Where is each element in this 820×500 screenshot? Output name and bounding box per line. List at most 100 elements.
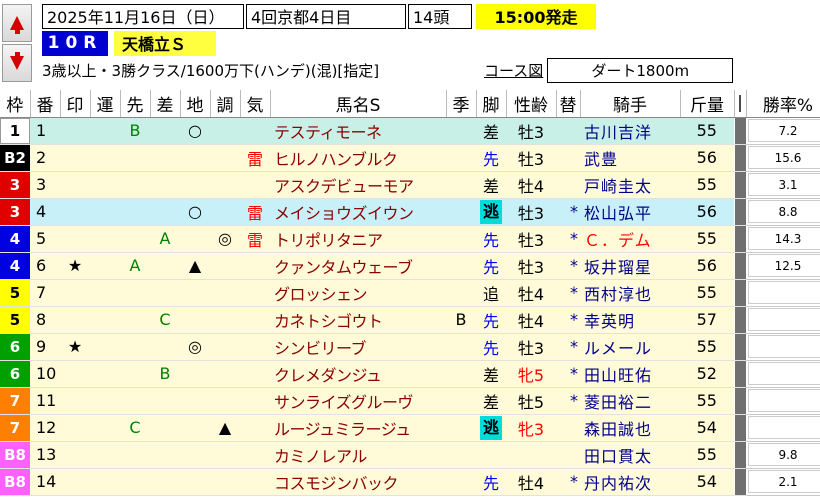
table-row[interactable]: 5 8 C カネトシゴウト B 先牡4 * 幸英明 57 — [0, 306, 820, 334]
jockey-link[interactable]: 松山弘平 — [580, 198, 680, 226]
jockey-link[interactable]: 森田誠也 — [580, 414, 680, 442]
horse-name-link[interactable]: カミノレアル — [270, 441, 446, 469]
jockey-link[interactable]: 古川吉洋 — [580, 117, 680, 145]
horse-name-link[interactable]: カネトシゴウト — [270, 306, 446, 334]
mark-cell — [60, 306, 90, 334]
col-jockey-header: 騎手 — [580, 90, 681, 118]
col-leg-header: 脚 — [476, 90, 507, 118]
race-number: 10R — [42, 30, 108, 56]
waku-cell: 7 — [0, 387, 30, 415]
next-race-button[interactable] — [2, 44, 32, 82]
mood-cell: 雷 — [240, 198, 270, 226]
course-map-link[interactable]: コース図 — [484, 60, 543, 81]
jockey-change-cell: * — [556, 279, 580, 307]
win-rate-value: 14.3 — [748, 227, 820, 250]
table-row[interactable]: 6 10 B クレメダンジュ 差牝5 * 田山旺佑 52 — [0, 360, 820, 388]
win-rate-cell — [746, 279, 820, 307]
closer-rating-cell — [150, 387, 180, 415]
table-row[interactable]: 4 6 ★ A ▲ クァンタムウェーブ 先牡3 * 坂井瑠星 56 12.5 — [0, 252, 820, 280]
table-row[interactable]: 7 12 C ▲ ルージュミラージュ 逃牝3 森田誠也 54 — [0, 414, 820, 442]
ground-cell — [180, 441, 210, 469]
waku-cell: 6 — [0, 333, 30, 361]
front-rating-cell — [120, 225, 150, 253]
win-rate-value: 3.1 — [748, 173, 820, 196]
separator-cell — [733, 306, 746, 334]
horse-name-link[interactable]: シンビリーブ — [270, 333, 446, 361]
race-date: 2025年11月16日（日） — [42, 3, 244, 29]
mood-cell: 雷 — [240, 225, 270, 253]
horse-name-link[interactable]: コスモジンバック — [270, 468, 446, 496]
col-sep-header: | — [734, 90, 747, 118]
front-rating-cell — [120, 198, 150, 226]
luck-cell — [90, 360, 120, 388]
ground-cell: ◎ — [180, 333, 210, 361]
horse-name-link[interactable]: ルージュミラージュ — [270, 414, 446, 442]
win-rate-cell — [746, 306, 820, 334]
luck-cell — [90, 252, 120, 280]
horse-name-link[interactable]: トリポリタニア — [270, 225, 446, 253]
weight-cell: 55 — [680, 333, 734, 361]
horse-name-link[interactable]: アスクデビューモア — [270, 171, 446, 199]
luck-cell — [90, 171, 120, 199]
win-rate-cell: 2.1 — [746, 468, 820, 496]
jockey-link[interactable]: 戸崎圭太 — [580, 171, 680, 199]
ground-cell — [180, 144, 210, 172]
jockey-link[interactable]: 丹内祐次 — [580, 468, 680, 496]
col-ground-header: 地 — [180, 90, 211, 118]
col-win-rate-header: 勝率% — [746, 90, 820, 118]
win-rate-value: 9.8 — [748, 443, 820, 466]
ground-cell — [180, 171, 210, 199]
weight-cell: 56 — [680, 198, 734, 226]
waku-cell: B8 — [0, 441, 30, 469]
jockey-link[interactable]: 幸英明 — [580, 306, 680, 334]
table-row[interactable]: B2 2 雷ヒルノハンブルク 先牡3 武豊 56 15.6 — [0, 144, 820, 172]
waku-cell: 3 — [0, 198, 30, 226]
condition-cell — [210, 171, 240, 199]
sex-age-cell: 牡5 — [506, 387, 556, 415]
table-row[interactable]: 5 7 グロッシェン 追牡4 * 西村淳也 55 — [0, 279, 820, 307]
win-rate-cell: 12.5 — [746, 252, 820, 280]
table-row[interactable]: B8 14 コスモジンバック 先牡4 * 丹内祐次 54 2.1 — [0, 468, 820, 496]
ground-cell — [180, 360, 210, 388]
horse-name-link[interactable]: サンライズグルーヴ — [270, 387, 446, 415]
horse-name-link[interactable]: テスティモーネ — [270, 117, 446, 145]
sex-age-cell: 牡3 — [506, 252, 556, 280]
jockey-link[interactable]: 西村淳也 — [580, 279, 680, 307]
sex-age-cell: 牡3 — [506, 333, 556, 361]
luck-cell — [90, 225, 120, 253]
front-rating-cell — [120, 387, 150, 415]
mark-cell — [60, 468, 90, 496]
header-row-race: 10R 天橋立Ｓ — [42, 30, 216, 56]
jockey-link[interactable]: 田山旺佑 — [580, 360, 680, 388]
table-row[interactable]: 4 5 A ◎ 雷トリポリタニア 先牡3 * Ｃ．デム 55 14.3 — [0, 225, 820, 253]
ground-cell: ○ — [180, 117, 210, 145]
table-row[interactable]: 7 11 サンライズグルーヴ 差牡5 * 菱田裕二 55 — [0, 387, 820, 415]
horse-name-link[interactable]: メイショウズイウン — [270, 198, 446, 226]
jockey-link[interactable]: 武豊 — [580, 144, 680, 172]
jockey-link[interactable]: Ｃ．デム — [580, 225, 680, 253]
table-row[interactable]: 1 1 B ○ テスティモーネ 差牡3 古川吉洋 55 7.2 — [0, 117, 820, 145]
condition-cell: ▲ — [210, 414, 240, 442]
jockey-link[interactable]: ルメール — [580, 333, 680, 361]
table-row[interactable]: 3 4 ○ 雷メイショウズイウン 逃牡3 * 松山弘平 56 8.8 — [0, 198, 820, 226]
sex-age-cell: 牡4 — [506, 171, 556, 199]
horse-name-link[interactable]: グロッシェン — [270, 279, 446, 307]
table-row[interactable]: 3 3 アスクデビューモア 差牡4 戸崎圭太 55 3.1 — [0, 171, 820, 199]
closer-rating-cell — [150, 441, 180, 469]
jockey-change-cell: * — [556, 252, 580, 280]
sex-age-cell: 牡4 — [506, 279, 556, 307]
horse-name-link[interactable]: ヒルノハンブルク — [270, 144, 446, 172]
horse-name-link[interactable]: クレメダンジュ — [270, 360, 446, 388]
jockey-link[interactable]: 坂井瑠星 — [580, 252, 680, 280]
jockey-change-cell: * — [556, 387, 580, 415]
table-row[interactable]: 6 9 ★ ◎ シンビリーブ 先牡3 * ルメール 55 — [0, 333, 820, 361]
prev-race-button[interactable] — [2, 4, 32, 42]
jockey-link[interactable]: 田口貫太 — [580, 441, 680, 469]
table-row[interactable]: B8 13 カミノレアル 田口貫太 55 9.8 — [0, 441, 820, 469]
jockey-link[interactable]: 菱田裕二 — [580, 387, 680, 415]
season-cell: B — [446, 306, 476, 334]
mark-cell — [60, 144, 90, 172]
condition-cell — [210, 198, 240, 226]
horse-name-link[interactable]: クァンタムウェーブ — [270, 252, 446, 280]
leg-style-cell: 差 — [476, 360, 506, 388]
